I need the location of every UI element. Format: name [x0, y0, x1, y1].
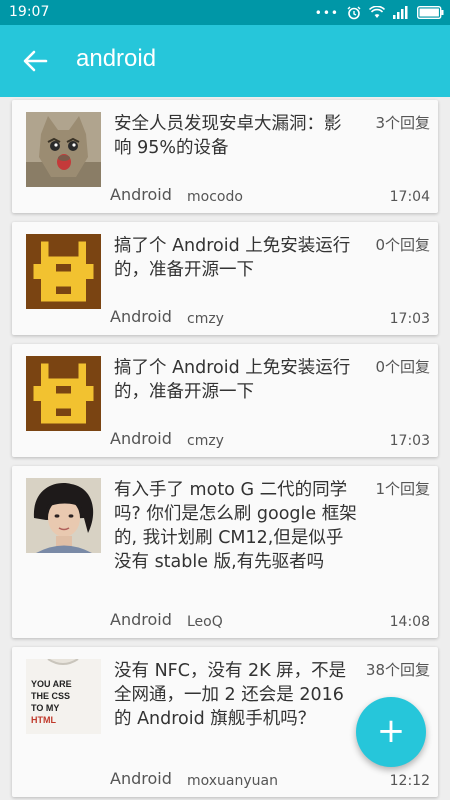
reply-count: 38个回复 — [365, 661, 430, 679]
author-name[interactable]: LeoQ — [187, 614, 223, 630]
signal-icon — [393, 6, 408, 19]
tshirt-avatar[interactable]: YOU ARE THE CSS TO MY HTML — [26, 659, 101, 734]
topic-title: 有入手了 moto G 二代的同学吗? 你们是怎么刷 google 框架的, 我… — [114, 480, 357, 572]
add-icon: + — [376, 711, 406, 751]
author-name[interactable]: moxuanyuan — [187, 773, 278, 789]
alarm-icon — [347, 6, 361, 19]
wifi-icon — [369, 6, 385, 18]
post-time: 17:03 — [389, 433, 430, 449]
author-name[interactable]: cmzy — [187, 433, 224, 449]
author-name[interactable]: mocodo — [187, 189, 243, 205]
status-time: 19:07 — [9, 4, 50, 20]
topic-card[interactable]: 安全人员发现安卓大漏洞：影响 95%的设备 3个回复 Android mocod… — [12, 100, 438, 213]
tshirt-text-line: YOU ARE — [31, 679, 72, 689]
node-label[interactable]: Android — [110, 429, 172, 448]
topic-title: 安全人员发现安卓大漏洞：影响 95%的设备 — [114, 114, 342, 158]
topic-card[interactable]: 搞了个 Android 上免安装运行的，准备开源一下 0个回复 Android … — [12, 222, 438, 335]
reply-count: 1个回复 — [375, 480, 430, 498]
battery-icon — [417, 6, 444, 19]
topic-title: 没有 NFC，没有 2K 屏，不是全网通，一加 2 还会是 2016 的 And… — [114, 661, 347, 729]
reply-count: 0个回复 — [375, 358, 430, 376]
topic-title: 搞了个 Android 上免安装运行的，准备开源一下 — [114, 358, 351, 402]
arrow-back-icon[interactable] — [22, 49, 48, 73]
topic-card[interactable]: 有入手了 moto G 二代的同学吗? 你们是怎么刷 google 框架的, 我… — [12, 466, 438, 638]
topic-card[interactable]: 搞了个 Android 上免安装运行的，准备开源一下 0个回复 Android … — [12, 344, 438, 457]
identicon-avatar[interactable] — [26, 234, 101, 309]
post-time: 17:03 — [389, 311, 430, 327]
tshirt-text-line: THE CSS — [31, 691, 70, 701]
author-name[interactable]: cmzy — [187, 311, 224, 327]
reply-count: 0个回复 — [375, 236, 430, 254]
post-time: 14:08 — [389, 614, 430, 630]
status-icons: ••• — [315, 4, 444, 21]
identicon-avatar[interactable] — [26, 356, 101, 431]
post-time: 12:12 — [389, 773, 430, 789]
reply-count: 3个回复 — [375, 114, 430, 132]
status-bar: 19:07 ••• — [0, 0, 450, 25]
topic-title: 搞了个 Android 上免安装运行的，准备开源一下 — [114, 236, 351, 280]
page-title: android — [76, 45, 157, 72]
app-bar: android — [0, 25, 450, 97]
node-label[interactable]: Android — [110, 769, 172, 788]
person-avatar[interactable] — [26, 478, 101, 553]
dots-icon: ••• — [314, 5, 339, 20]
node-label[interactable]: Android — [110, 307, 172, 326]
tshirt-text-line: HTML — [31, 715, 56, 725]
cat-avatar[interactable] — [26, 112, 101, 187]
node-label[interactable]: Android — [110, 185, 172, 204]
add-topic-button[interactable]: + — [356, 697, 426, 767]
node-label[interactable]: Android — [110, 610, 172, 629]
post-time: 17:04 — [389, 189, 430, 205]
tshirt-text-line: TO MY — [31, 703, 59, 713]
